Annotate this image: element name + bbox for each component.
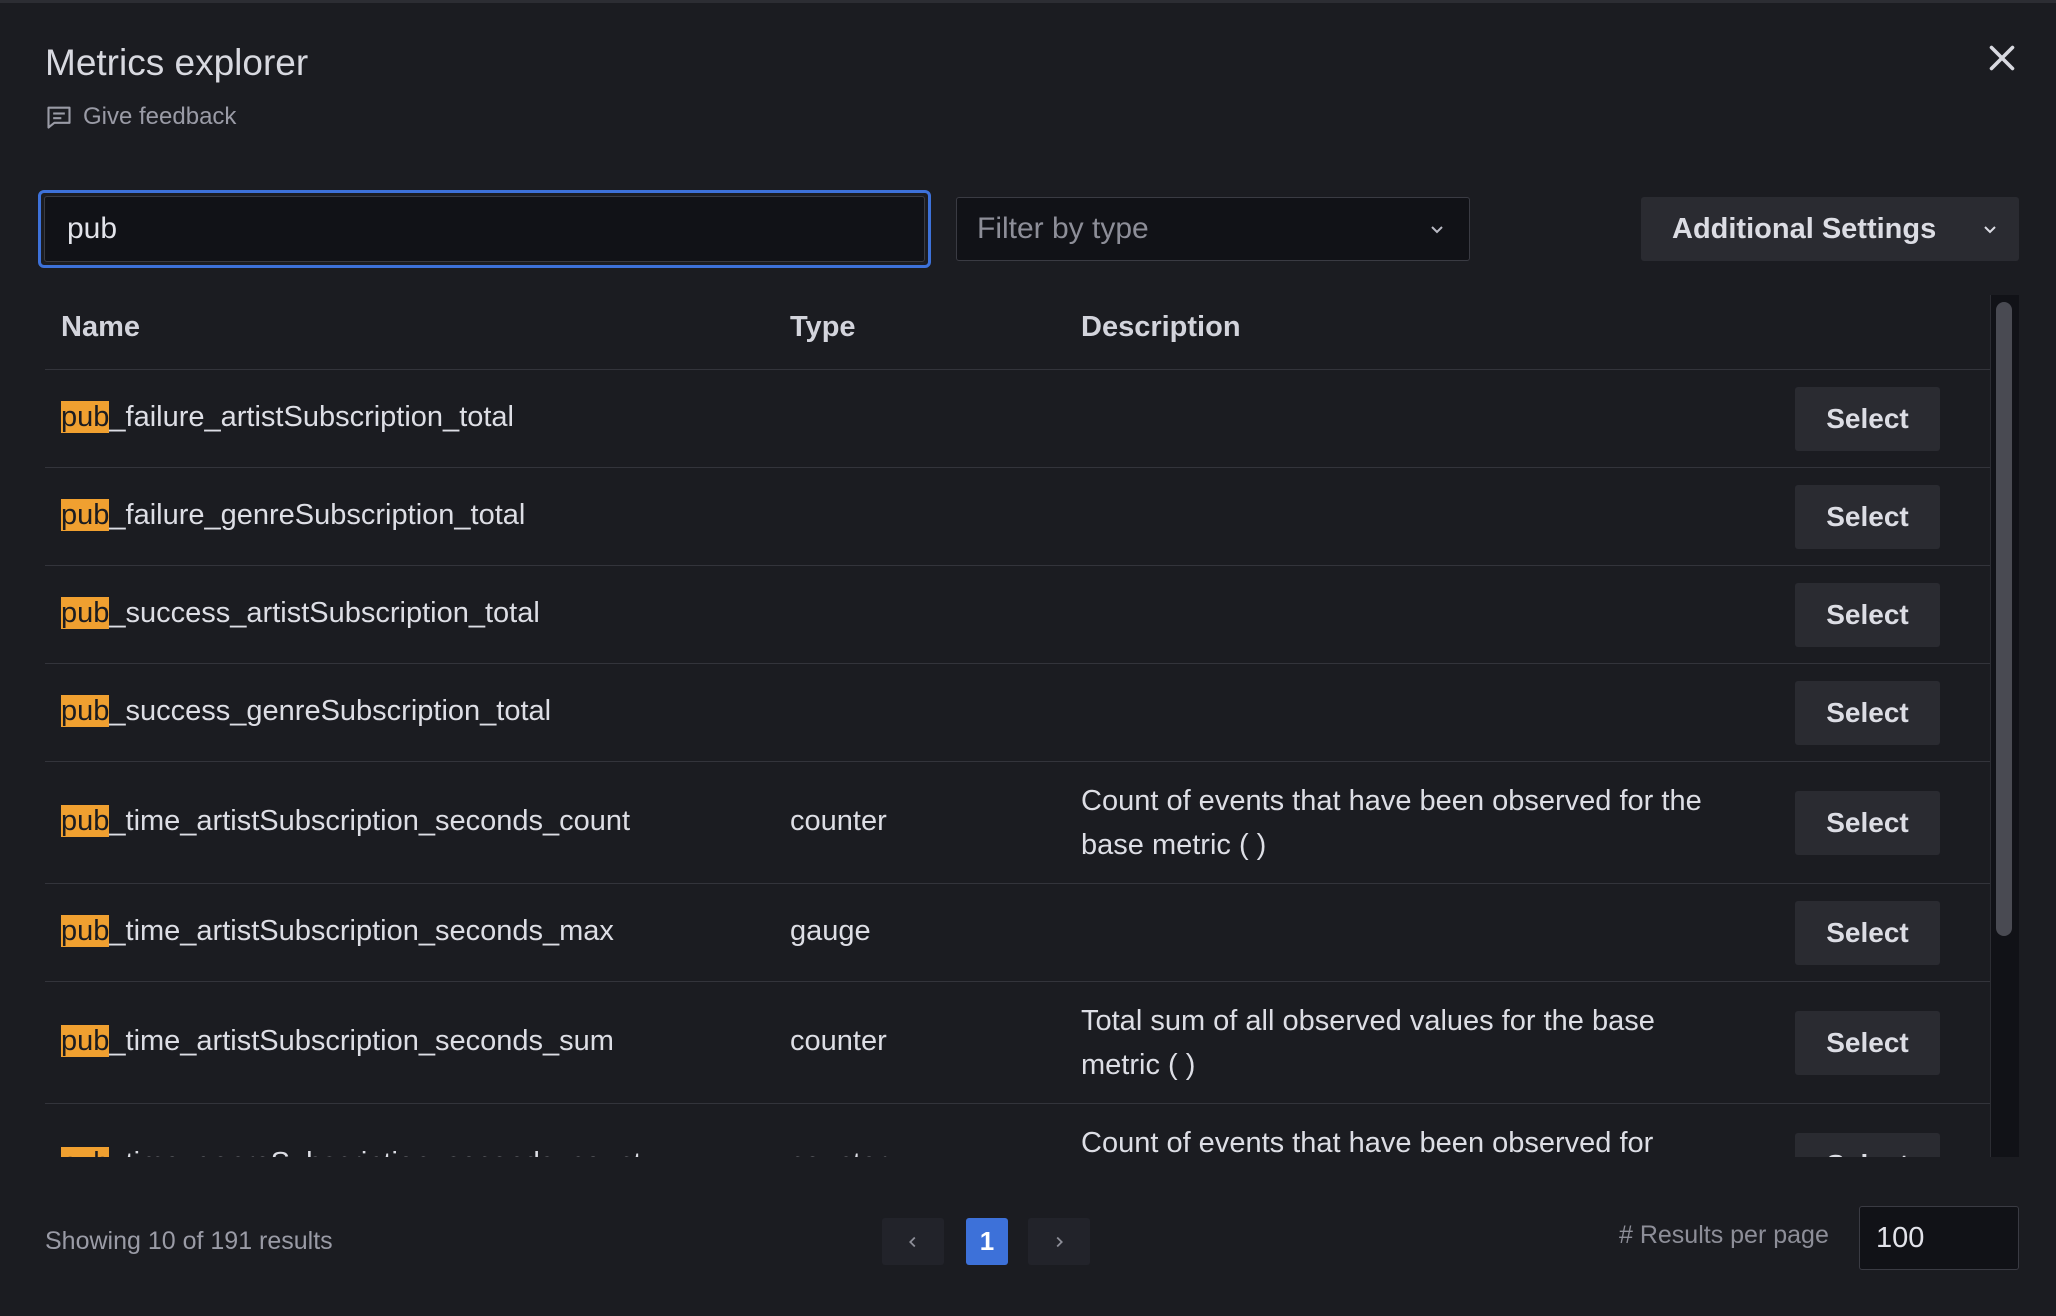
metric-name: pub_failure_genreSubscription_total <box>61 499 525 532</box>
metric-description: Count of events that have been observed … <box>1081 785 1702 861</box>
metrics-table: Name Type Description pub_failure_artist… <box>45 295 1990 1157</box>
metric-name-rest: _time_artistSubscription_seconds_max <box>109 915 614 947</box>
search-match-highlight: pub <box>61 499 110 531</box>
metric-name-rest: _time_artistSubscription_seconds_sum <box>109 1025 614 1057</box>
filter-by-type-placeholder: Filter by type <box>977 212 1149 245</box>
table-row: pub_time_artistSubscription_seconds_coun… <box>45 762 1990 884</box>
chevron-down-icon <box>1984 226 1996 234</box>
metric-name: pub_time_artistSubscription_seconds_max <box>61 915 614 948</box>
metric-description: Total sum of all observed values for the… <box>1081 1005 1655 1081</box>
select-metric-button[interactable]: Select <box>1795 681 1940 745</box>
metric-search-input[interactable] <box>67 212 924 246</box>
table-row: pub_time_genreSubscription_seconds_count… <box>45 1104 1990 1157</box>
select-metric-button[interactable]: Select <box>1795 387 1940 451</box>
give-feedback-link[interactable]: Give feedback <box>45 103 236 131</box>
table-header: Name Type Description <box>45 295 1990 370</box>
metric-type: counter <box>790 1025 887 1057</box>
column-header-name: Name <box>61 311 140 343</box>
chevron-left-icon <box>909 1236 916 1247</box>
results-per-page-input[interactable] <box>1876 1221 2018 1255</box>
metric-name-rest: _success_artistSubscription_total <box>109 597 540 629</box>
chevron-down-icon <box>1431 226 1443 234</box>
table-row: pub_failure_artistSubscription_total Sel… <box>45 370 1990 468</box>
results-per-page-field[interactable] <box>1859 1206 2019 1270</box>
search-match-highlight: pub <box>61 401 110 433</box>
close-icon <box>1989 45 2015 71</box>
metric-search-field[interactable] <box>38 190 931 268</box>
chevron-right-icon <box>1056 1236 1063 1247</box>
close-button[interactable] <box>1984 40 2020 76</box>
filter-by-type-select[interactable]: Filter by type <box>956 197 1470 261</box>
select-metric-button[interactable]: Select <box>1795 485 1940 549</box>
search-match-highlight: pub <box>61 1025 110 1057</box>
modal-top-border <box>0 0 2056 3</box>
metric-name-rest: _time_genreSubscription_seconds_count <box>109 1147 641 1157</box>
column-header-type: Type <box>790 311 856 343</box>
table-row: pub_time_artistSubscription_seconds_sum … <box>45 982 1990 1104</box>
give-feedback-label: Give feedback <box>83 103 237 130</box>
comment-icon <box>47 106 71 129</box>
metric-name: pub_time_artistSubscription_seconds_sum <box>61 1025 614 1058</box>
select-metric-button[interactable]: Select <box>1795 1133 1940 1157</box>
results-count: Showing 10 of 191 results <box>45 1227 333 1255</box>
table-row: pub_success_artistSubscription_total Sel… <box>45 566 1990 664</box>
metric-type: counter <box>790 805 887 837</box>
page-number-current[interactable]: 1 <box>966 1218 1008 1265</box>
table-row: pub_success_genreSubscription_total Sele… <box>45 664 1990 762</box>
search-match-highlight: pub <box>61 695 110 727</box>
metric-name-rest: _time_artistSubscription_seconds_count <box>109 805 631 837</box>
additional-settings-button[interactable]: Additional Settings <box>1641 197 2019 261</box>
select-metric-button[interactable]: Select <box>1795 791 1940 855</box>
additional-settings-label: Additional Settings <box>1672 212 1937 245</box>
select-metric-button[interactable]: Select <box>1795 583 1940 647</box>
search-match-highlight: pub <box>61 1147 110 1157</box>
modal-title: Metrics explorer <box>45 42 309 83</box>
metric-description: Count of events that have been observed … <box>1081 1127 1654 1157</box>
table-row: pub_time_artistSubscription_seconds_max … <box>45 884 1990 982</box>
metric-type: counter <box>790 1147 887 1157</box>
metric-name: pub_success_genreSubscription_total <box>61 695 551 728</box>
previous-page-button[interactable] <box>882 1218 944 1265</box>
results-per-page-label: # Results per page <box>1619 1221 1829 1249</box>
table-row: pub_failure_genreSubscription_total Sele… <box>45 468 1990 566</box>
metric-name-rest: _success_genreSubscription_total <box>109 695 552 727</box>
metric-name: pub_success_artistSubscription_total <box>61 597 540 630</box>
select-metric-button[interactable]: Select <box>1795 901 1940 965</box>
table-scrollbar-thumb[interactable] <box>1996 302 2012 936</box>
metric-name-rest: _failure_genreSubscription_total <box>109 499 526 531</box>
column-header-description: Description <box>1081 311 1241 343</box>
metric-name: pub_time_artistSubscription_seconds_coun… <box>61 805 630 838</box>
metric-name-rest: _failure_artistSubscription_total <box>109 401 515 433</box>
search-match-highlight: pub <box>61 805 110 837</box>
metric-name: pub_failure_artistSubscription_total <box>61 401 514 434</box>
select-metric-button[interactable]: Select <box>1795 1011 1940 1075</box>
metric-name: pub_time_genreSubscription_seconds_count <box>61 1147 641 1157</box>
metric-type: gauge <box>790 915 871 947</box>
search-match-highlight: pub <box>61 915 110 947</box>
search-match-highlight: pub <box>61 597 110 629</box>
next-page-button[interactable] <box>1028 1218 1090 1265</box>
